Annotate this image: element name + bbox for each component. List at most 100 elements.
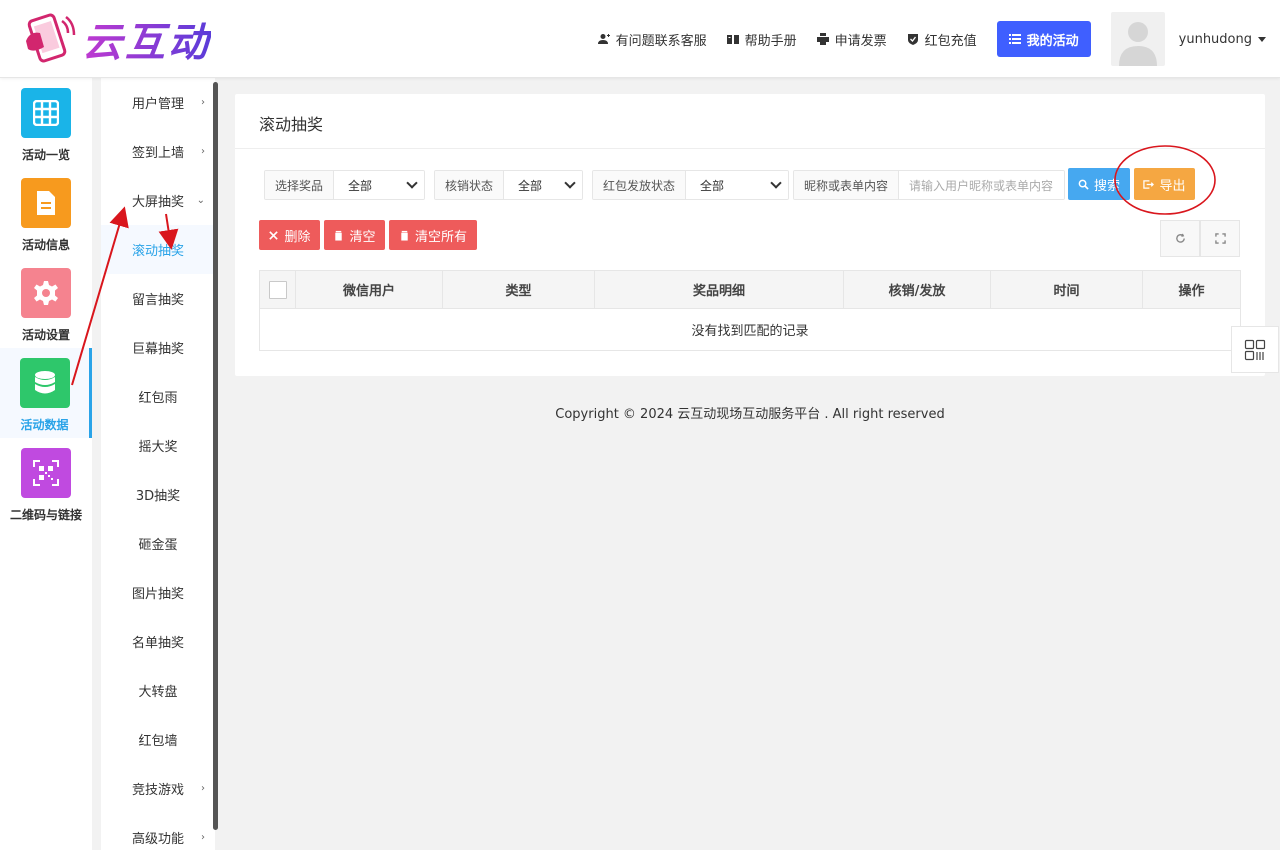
verify-filter: 核销状态 全部 <box>434 170 583 200</box>
submenu-big-screen-lottery[interactable]: 大屏抽奖 ⌄ <box>101 176 215 225</box>
apps-icon <box>1244 339 1266 360</box>
submenu-scrollbar[interactable] <box>213 82 218 830</box>
footer-copyright: Copyright © 2024 云互动现场互动服务平台 . All right… <box>555 407 945 422</box>
sidebar-item-qrcode[interactable]: 二维码与链接 <box>0 438 92 528</box>
main-card: 滚动抽奖 选择奖品 全部 核销状态 全部 红包发放状态 全部 昵称或表单内容 请… <box>235 94 1265 376</box>
chevron-down-icon <box>406 177 418 189</box>
database-icon <box>19 358 70 408</box>
page-title: 滚动抽奖 <box>259 115 324 134</box>
printer-icon <box>816 33 829 45</box>
sidebar-item-activity-data[interactable]: 活动数据 <box>0 348 92 438</box>
user-plus-icon <box>597 34 610 44</box>
submenu-user-management[interactable]: 用户管理 › <box>101 78 215 127</box>
top-links: 有问题联系客服 帮助手册 申请发票 红包充值 我的活动 yunhudong <box>597 0 1280 78</box>
chevron-right-icon: › <box>201 783 205 794</box>
submenu-wheel[interactable]: 大转盘 <box>101 666 215 715</box>
submenu-list-lottery[interactable]: 名单抽奖 <box>101 617 215 666</box>
sub-menu: 用户管理 › 签到上墙 › 大屏抽奖 ⌄ 滚动抽奖 留言抽奖 巨幕抽奖 红包雨 摇大奖… <box>101 78 215 850</box>
column-header[interactable]: 微信用户 <box>295 270 443 309</box>
grid-icon <box>21 88 71 138</box>
submenu-redpack-rain[interactable]: 红包雨 <box>101 372 215 421</box>
column-header[interactable]: 核销/发放 <box>843 270 991 309</box>
table-header-row: 微信用户 类型 奖品明细 核销/发放 时间 操作 <box>259 270 1241 309</box>
submenu-advanced[interactable]: 高级功能 › <box>101 813 215 850</box>
icon-sidebar: 活动一览 活动信息 活动设置 活动数据 二维码与链接 <box>0 78 92 850</box>
logo[interactable]: 云互动 <box>20 10 211 68</box>
keyword-input[interactable]: 请输入用户昵称或表单内容 <box>899 171 1064 199</box>
redpack-filter-label: 红包发放状态 <box>593 171 687 199</box>
submenu-giant-screen-lottery[interactable]: 巨幕抽奖 <box>101 323 215 372</box>
header: 云互动 有问题联系客服 帮助手册 申请发票 红包充值 我的活动 yunhudon… <box>0 0 1280 78</box>
table-row: 没有找到匹配的记录 <box>260 309 1241 351</box>
book-icon <box>726 35 739 44</box>
phone-logo-icon <box>20 11 76 67</box>
submenu-competitive-games[interactable]: 竞技游戏 › <box>101 764 215 813</box>
chevron-right-icon: › <box>201 146 205 157</box>
search-button[interactable]: 搜索 <box>1068 168 1130 200</box>
logo-text: 云互动 <box>82 10 211 68</box>
chevron-down-icon: ⌄ <box>196 195 205 206</box>
submenu-golden-egg[interactable]: 砸金蛋 <box>101 519 215 568</box>
sidebar-item-activity-overview[interactable]: 活动一览 <box>0 78 92 168</box>
column-header[interactable]: 操作 <box>1142 270 1241 309</box>
select-all-checkbox[interactable] <box>268 280 287 299</box>
divider <box>235 148 1265 149</box>
verify-filter-label: 核销状态 <box>435 171 505 199</box>
prize-filter: 选择奖品 全部 <box>264 170 425 200</box>
qrcode-icon <box>21 448 71 498</box>
export-button[interactable]: 导出 <box>1134 168 1195 200</box>
refresh-icon <box>1175 233 1185 243</box>
trash-icon <box>335 230 343 241</box>
empty-message: 没有找到匹配的记录 <box>691 324 809 339</box>
floating-qrcode-button[interactable] <box>1231 326 1279 373</box>
column-header[interactable]: 时间 <box>990 270 1143 309</box>
invoice-link[interactable]: 申请发票 <box>816 30 887 49</box>
shield-check-icon <box>907 34 918 45</box>
user-menu[interactable]: yunhudong <box>1179 32 1266 47</box>
contact-service-link[interactable]: 有问题联系客服 <box>597 30 707 49</box>
refresh-button[interactable] <box>1160 220 1200 257</box>
submenu-checkin-wall[interactable]: 签到上墙 › <box>101 127 215 176</box>
default-user-icon <box>1118 22 1157 66</box>
export-icon <box>1143 179 1155 189</box>
caret-down-icon <box>1258 36 1266 42</box>
clear-button[interactable]: 清空 <box>324 220 385 250</box>
prize-select[interactable]: 全部 <box>334 171 424 199</box>
verify-select[interactable]: 全部 <box>504 171 582 199</box>
fullscreen-button[interactable] <box>1200 220 1240 257</box>
sidebar-item-activity-settings[interactable]: 活动设置 <box>0 258 92 348</box>
redpack-recharge-link[interactable]: 红包充值 <box>907 30 977 49</box>
chevron-right-icon: › <box>201 97 205 108</box>
column-header[interactable]: 类型 <box>442 270 595 309</box>
submenu-shake-prize[interactable]: 摇大奖 <box>101 421 215 470</box>
sidebar-item-activity-info[interactable]: 活动信息 <box>0 168 92 258</box>
chevron-right-icon: › <box>201 832 205 843</box>
delete-button[interactable]: 删除 <box>259 220 320 250</box>
records-table: 微信用户 类型 奖品明细 核销/发放 时间 操作 没有找到匹配的记录 <box>259 270 1241 351</box>
submenu-scroll-lottery[interactable]: 滚动抽奖 <box>101 225 215 274</box>
clear-all-button[interactable]: 清空所有 <box>389 220 477 250</box>
keyword-filter: 昵称或表单内容 请输入用户昵称或表单内容 <box>793 170 1065 200</box>
submenu-message-lottery[interactable]: 留言抽奖 <box>101 274 215 323</box>
column-header[interactable]: 奖品明细 <box>594 270 844 309</box>
my-activity-button[interactable]: 我的活动 <box>996 21 1091 57</box>
gear-icon <box>21 268 71 318</box>
prize-filter-label: 选择奖品 <box>265 171 335 199</box>
search-icon <box>1078 179 1089 190</box>
trash-icon <box>401 230 408 241</box>
select-all-cell <box>259 270 296 309</box>
document-icon <box>21 178 71 228</box>
redpack-filter: 红包发放状态 全部 <box>592 170 789 200</box>
keyword-filter-label: 昵称或表单内容 <box>794 171 900 199</box>
submenu-image-lottery[interactable]: 图片抽奖 <box>101 568 215 617</box>
close-icon <box>269 230 279 240</box>
submenu-redpack-wall[interactable]: 红包墙 <box>101 715 215 764</box>
redpack-select[interactable]: 全部 <box>686 171 788 199</box>
chevron-down-icon <box>564 177 576 189</box>
fullscreen-icon <box>1214 233 1226 244</box>
help-manual-link[interactable]: 帮助手册 <box>726 30 797 49</box>
list-icon <box>1008 34 1021 44</box>
chevron-down-icon <box>770 177 782 189</box>
submenu-3d-lottery[interactable]: 3D抽奖 <box>101 470 215 519</box>
avatar[interactable] <box>1110 12 1165 66</box>
